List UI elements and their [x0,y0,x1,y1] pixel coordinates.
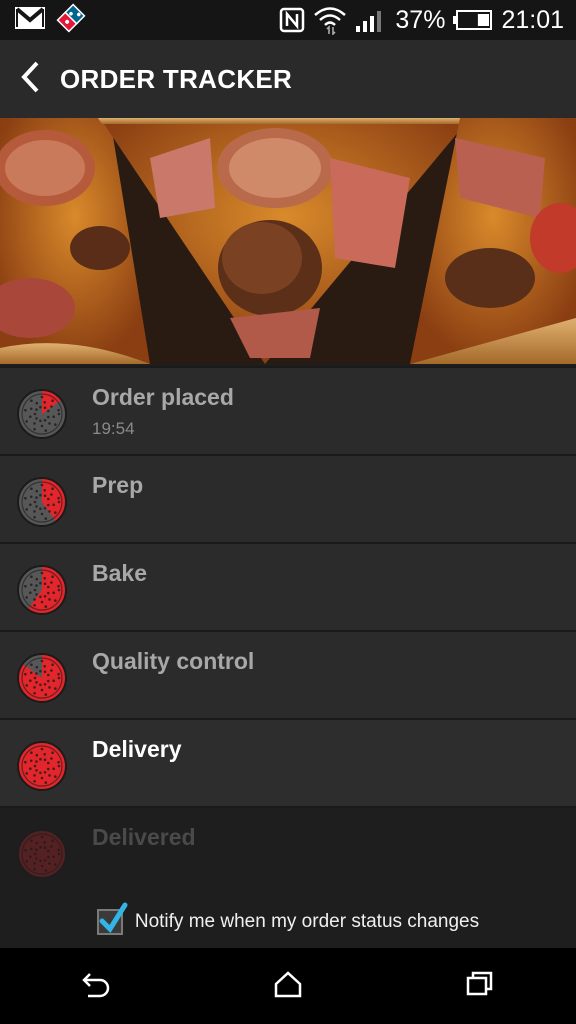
nav-home-button[interactable] [238,948,338,1024]
battery-percent: 37% [395,5,446,34]
checkmark-icon [99,902,128,933]
pizza-timer-icon [16,652,68,704]
nfc-icon [279,7,305,33]
gmail-icon [14,6,46,35]
pizza-timer-icon [16,828,68,880]
step-label: Order placed [92,384,234,410]
status-bar: 37% 21:01 [0,0,576,40]
nav-back-button[interactable] [46,948,146,1024]
notify-label: Notify me when my order status changes [134,911,480,932]
step-label: Delivered [92,824,196,850]
page-title: ORDER TRACKER [60,63,293,94]
notify-row[interactable]: Notify me when my order status changes [0,896,576,948]
battery-icon [453,9,493,31]
pizza-timer-icon [16,476,68,528]
navigation-bar [0,948,576,1024]
back-nav-icon [80,970,112,1003]
order-step: Delivery [0,718,576,806]
notify-checkbox[interactable] [96,902,128,935]
home-icon [273,970,303,1003]
wifi-icon [313,5,347,35]
chevron-left-icon [19,60,41,99]
pizza-timer-icon [16,388,68,440]
nav-recents-button[interactable] [430,948,530,1024]
step-label: Delivery [92,736,182,762]
order-step: Bake [0,542,576,630]
step-label: Prep [92,472,144,498]
action-bar: ORDER TRACKER [0,40,576,118]
order-steps-list: Order placed 19:54 Prep Bake Quality cont… [0,366,576,894]
dominos-icon [56,3,86,38]
hero-pizza-image [0,118,576,364]
step-label: Bake [92,560,147,586]
recents-icon [465,970,495,1003]
order-step: Prep [0,454,576,542]
order-step: Order placed 19:54 [0,366,576,454]
order-step: Quality control [0,630,576,718]
signal-icon [355,7,387,33]
pizza-timer-icon [16,740,68,792]
clock: 21:01 [501,5,564,34]
step-label: Quality control [92,648,255,674]
step-time: 19:54 [92,419,135,438]
order-step: Delivered [0,806,576,894]
pizza-timer-icon [16,564,68,616]
back-button[interactable] [0,40,60,118]
